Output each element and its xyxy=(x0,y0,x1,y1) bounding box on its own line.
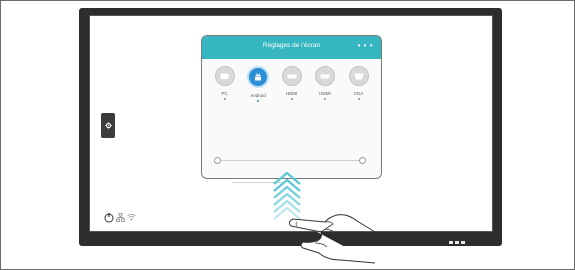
hdmi-icon xyxy=(281,66,302,86)
power-icon[interactable] xyxy=(104,212,114,223)
source-indicator-dot xyxy=(290,98,293,100)
source-label: Android xyxy=(250,93,266,98)
brightness-slider-track[interactable] xyxy=(217,160,364,161)
brightness-slider-knob[interactable] xyxy=(214,157,221,164)
hand-pointer-icon xyxy=(288,214,384,264)
screen-settings-dialog: Réglages de l'écran • • • PC Android HDM… xyxy=(201,35,382,179)
wifi-icon xyxy=(127,213,136,221)
more-horizontal-icon[interactable]: • • • xyxy=(358,41,373,50)
status-bar xyxy=(104,211,136,223)
source-label: PC xyxy=(221,91,228,96)
network-icon xyxy=(116,212,125,222)
source-vga[interactable]: VGA xyxy=(342,66,375,108)
source-hdmi-1[interactable]: HDMI xyxy=(275,66,308,108)
side-menu-tab[interactable] xyxy=(101,113,115,138)
gear-icon xyxy=(104,122,112,129)
source-label: VGA xyxy=(353,91,364,96)
source-pc[interactable]: PC xyxy=(208,66,241,108)
android-icon xyxy=(247,66,269,88)
source-android[interactable]: Android xyxy=(242,66,275,108)
vga-icon xyxy=(348,66,369,86)
source-indicator-dot xyxy=(324,98,326,100)
bezel-indicator-dots xyxy=(449,241,465,244)
hdmi-icon xyxy=(315,66,335,86)
source-indicator-dot xyxy=(357,98,360,100)
dialog-title: Réglages de l'écran xyxy=(262,42,321,49)
brightness-slider-end xyxy=(359,157,366,164)
source-indicator-dot xyxy=(223,98,226,100)
pc-icon xyxy=(214,66,235,86)
dialog-header: Réglages de l'écran • • • xyxy=(202,36,381,59)
source-hdmi-2[interactable]: HDMI xyxy=(309,66,342,108)
source-list: PC Android HDMI HDMI VGA xyxy=(208,66,375,108)
source-label: HDMI xyxy=(285,91,298,96)
source-indicator-dot xyxy=(257,100,259,102)
source-label: HDMI xyxy=(319,91,331,96)
